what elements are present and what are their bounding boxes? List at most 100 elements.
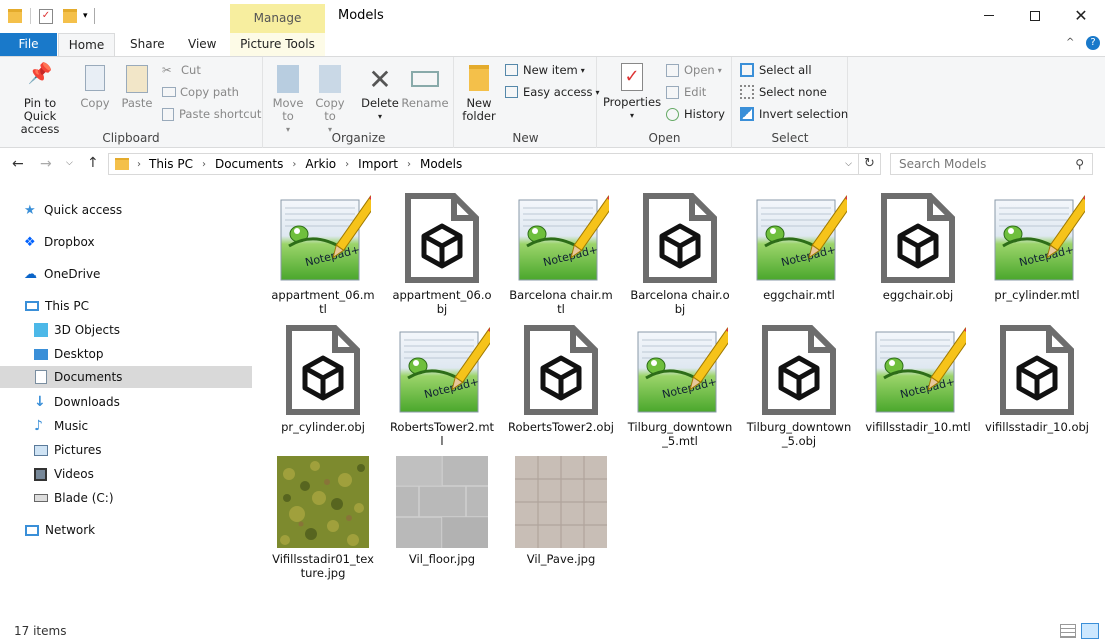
select-label: Select <box>771 131 809 145</box>
file-item[interactable]: Vifillsstadir01_texture.jpg <box>268 454 378 580</box>
manage-context-tab[interactable]: Manage <box>230 4 325 33</box>
file-item[interactable]: Tilburg_downtown_5.obj <box>744 322 854 448</box>
breadcrumb-import[interactable]: Import <box>358 157 398 171</box>
open-button[interactable]: Open ▾ <box>666 63 722 77</box>
maximize-button[interactable] <box>1012 0 1058 31</box>
search-box[interactable]: Search Models ⚲ <box>890 153 1093 175</box>
tab-file[interactable]: File <box>0 33 57 57</box>
file-item[interactable]: Notepad+ pr_cylinder.mtl <box>982 190 1094 302</box>
breadcrumb-arkio[interactable]: Arkio <box>305 157 336 171</box>
customize-qat-icon[interactable]: ▾ <box>83 11 88 21</box>
grass-texture-thumbnail <box>275 454 371 550</box>
file-item[interactable]: pr_cylinder.obj <box>268 322 378 434</box>
nav-desktop[interactable]: Desktop <box>0 343 252 365</box>
nav-videos[interactable]: Videos <box>0 463 252 485</box>
tab-share[interactable]: Share <box>118 33 177 57</box>
file-item[interactable]: eggchair.obj <box>863 190 973 302</box>
file-item[interactable]: appartment_06.obj <box>387 190 497 316</box>
breadcrumb-models[interactable]: Models <box>420 157 462 171</box>
file-item[interactable]: Notepad+ Barcelona chair.mtl <box>506 190 618 316</box>
properties-button[interactable]: ✓ Properties ▾ <box>603 63 661 122</box>
delete-button[interactable]: ✕ Delete ▾ <box>360 63 400 123</box>
history-button[interactable]: History <box>666 107 725 121</box>
film-icon <box>34 467 47 481</box>
nav-quick-access[interactable]: ★ Quick access <box>0 199 252 221</box>
new-item-button[interactable]: New item ▾ <box>505 63 585 77</box>
download-arrow-icon: ↓ <box>34 394 46 410</box>
tab-view[interactable]: View <box>176 33 228 57</box>
rename-button[interactable]: Rename <box>401 65 449 110</box>
search-input[interactable]: Search Models <box>899 157 986 171</box>
file-name: appartment_06.obj <box>392 288 492 316</box>
3d-object-file-icon <box>870 190 966 286</box>
minimize-button[interactable] <box>966 0 1012 31</box>
breadcrumb-this-pc[interactable]: This PC <box>149 157 193 171</box>
nav-dropbox[interactable]: ❖ Dropbox <box>0 231 252 253</box>
file-item[interactable]: Barcelona chair.obj <box>625 190 735 316</box>
cube-icon <box>34 323 48 337</box>
file-item[interactable]: Vil_Pave.jpg <box>506 454 616 566</box>
copy-button[interactable]: Copy <box>78 65 112 110</box>
new-item-icon <box>505 64 518 76</box>
back-arrow-icon[interactable]: ← <box>12 156 24 172</box>
history-icon <box>666 107 679 121</box>
nav-music[interactable]: ♪ Music <box>0 415 252 437</box>
breadcrumb-documents[interactable]: Documents <box>215 157 283 171</box>
notepad-plus-plus-file-icon: Notepad+ <box>989 190 1094 286</box>
address-dropdown-icon[interactable]: ⌵ <box>845 159 852 169</box>
new-group: New folder New item ▾ Easy access ▾ New <box>455 57 600 148</box>
move-to-button[interactable]: Move to ▾ <box>270 65 306 136</box>
file-item[interactable]: Notepad+ eggchair.mtl <box>744 190 856 302</box>
copy-icon <box>85 65 105 91</box>
nav-downloads[interactable]: ↓ Downloads <box>0 391 252 413</box>
nav-pictures[interactable]: Pictures <box>0 439 252 461</box>
tab-home[interactable]: Home <box>58 33 115 58</box>
file-item[interactable]: Notepad+ Tilburg_downtown_5.mtl <box>625 322 737 448</box>
details-view-icon[interactable] <box>1060 624 1076 638</box>
address-bar[interactable]: › This PC › Documents › Arkio › Import ›… <box>108 153 859 175</box>
open-label: Open <box>648 131 681 145</box>
select-all-button[interactable]: Select all <box>740 63 812 77</box>
ribbon: 📌 Pin to Quick access Copy Paste ✂ Cut Co… <box>0 56 1105 148</box>
properties-icon[interactable]: ✓ <box>39 8 53 24</box>
file-item[interactable]: Notepad+ appartment_06.mtl <box>268 190 380 316</box>
invert-selection-button[interactable]: Invert selection <box>740 107 848 121</box>
up-arrow-icon[interactable]: ↑ <box>87 155 99 171</box>
paste-shortcut-icon <box>162 107 174 121</box>
paste-shortcut-button[interactable]: Paste shortcut <box>162 107 261 121</box>
large-icons-view-icon[interactable] <box>1081 623 1099 639</box>
file-item[interactable]: RobertsTower2.obj <box>506 322 616 434</box>
file-item[interactable]: Notepad+ vifillsstadir_10.mtl <box>863 322 975 434</box>
file-item[interactable]: vifillsstadir_10.obj <box>982 322 1092 434</box>
notepad-plus-plus-file-icon: Notepad+ <box>275 190 380 286</box>
help-icon[interactable]: ? <box>1086 36 1100 50</box>
close-button[interactable]: ✕ <box>1058 0 1104 31</box>
document-icon <box>35 370 47 384</box>
select-none-button[interactable]: Select none <box>740 85 827 99</box>
open-icon <box>666 63 679 77</box>
new-folder-icon[interactable] <box>63 9 77 23</box>
refresh-icon[interactable]: ↻ <box>859 153 881 175</box>
file-item[interactable]: Notepad+ RobertsTower2.mtl <box>387 322 499 448</box>
recent-locations-icon[interactable]: ⌵ <box>66 158 73 168</box>
folder-icon[interactable] <box>8 9 22 23</box>
paste-button[interactable]: Paste <box>118 65 156 110</box>
forward-arrow-icon[interactable]: → <box>40 156 52 172</box>
nav-this-pc[interactable]: This PC <box>0 295 252 317</box>
cut-button[interactable]: ✂ Cut <box>162 63 201 77</box>
easy-access-button[interactable]: Easy access ▾ <box>505 85 600 99</box>
open-group: ✓ Properties ▾ Open ▾ Edit History Open <box>598 57 732 148</box>
edit-button[interactable]: Edit <box>666 85 706 99</box>
pin-to-quick-access-button[interactable]: 📌 Pin to Quick access <box>6 63 74 136</box>
file-item[interactable]: Vil_floor.jpg <box>387 454 497 566</box>
nav-network[interactable]: Network <box>0 519 252 541</box>
tab-picture-tools[interactable]: Picture Tools <box>230 33 325 57</box>
nav-onedrive[interactable]: ☁ OneDrive <box>0 263 252 285</box>
copy-path-button[interactable]: Copy path <box>162 85 239 99</box>
nav-blade-drive[interactable]: Blade (C:) <box>0 487 252 509</box>
nav-3d-objects[interactable]: 3D Objects <box>0 319 252 341</box>
nav-documents[interactable]: Documents <box>0 366 252 388</box>
new-folder-button[interactable]: New folder <box>461 65 497 123</box>
copy-to-button[interactable]: Copy to ▾ <box>312 65 348 136</box>
collapse-ribbon-icon[interactable]: ^ <box>1066 37 1074 48</box>
